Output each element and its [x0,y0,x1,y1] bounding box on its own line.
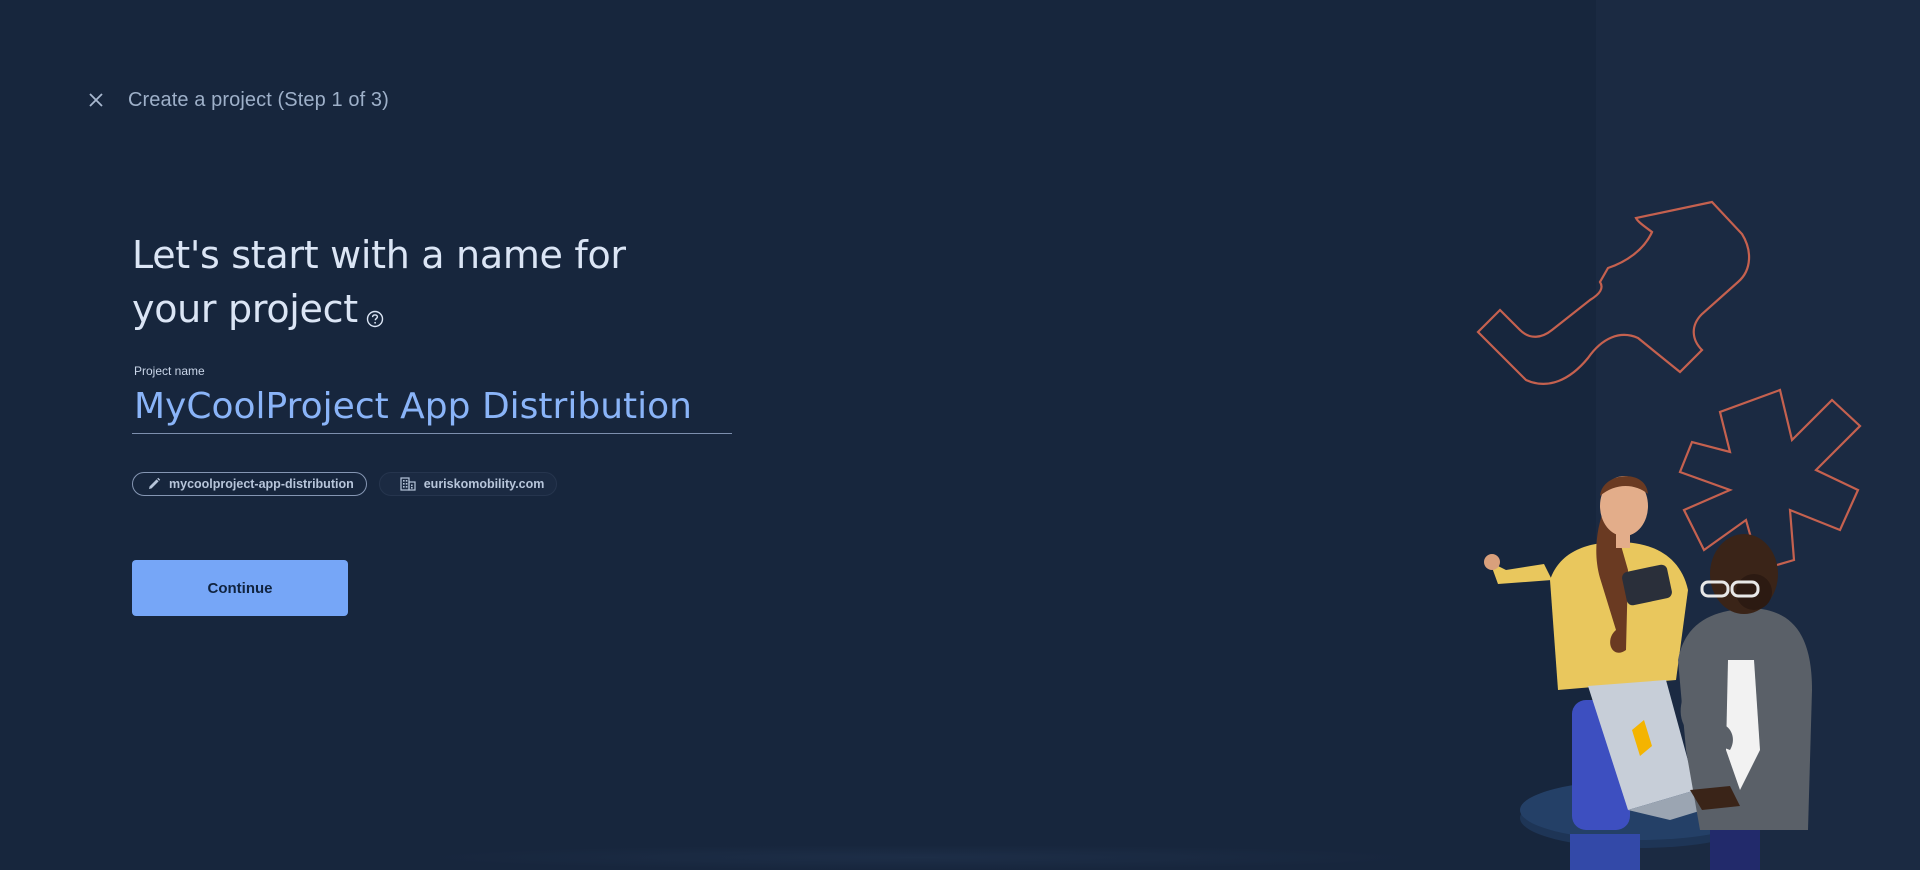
close-button[interactable] [82,86,110,114]
organization-chip: euriskomobility.com [378,472,558,496]
project-id-chip[interactable]: mycoolproject-app-distribution [132,472,367,496]
pencil-icon [149,477,161,489]
bottom-glow [420,845,1420,870]
help-circle-icon[interactable] [366,288,384,342]
close-icon [89,93,103,107]
step-title: Create a project (Step 1 of 3) [128,88,389,111]
organization-label: euriskomobility.com [423,477,545,491]
building-icon [400,477,416,491]
headline-line-1: Let's start with a name for [132,233,626,277]
page-header: Create a project (Step 1 of 3) [82,86,389,114]
project-chips: mycoolproject-app-distribution euriskomo… [132,472,558,496]
project-name-input[interactable] [132,382,732,434]
page-headline: Let's start with a name for your project [132,228,626,342]
create-project-page: Create a project (Step 1 of 3) Let's sta… [0,0,1920,870]
continue-button[interactable]: Continue [132,560,348,616]
headline-line-2-text: your project [132,287,358,331]
headline-line-2: your project [132,282,626,342]
project-name-label: Project name [134,364,205,378]
developers-with-laptop-illustration [1476,200,1862,870]
project-id-label: mycoolproject-app-distribution [169,477,354,491]
project-name-field: Project name [132,364,732,434]
